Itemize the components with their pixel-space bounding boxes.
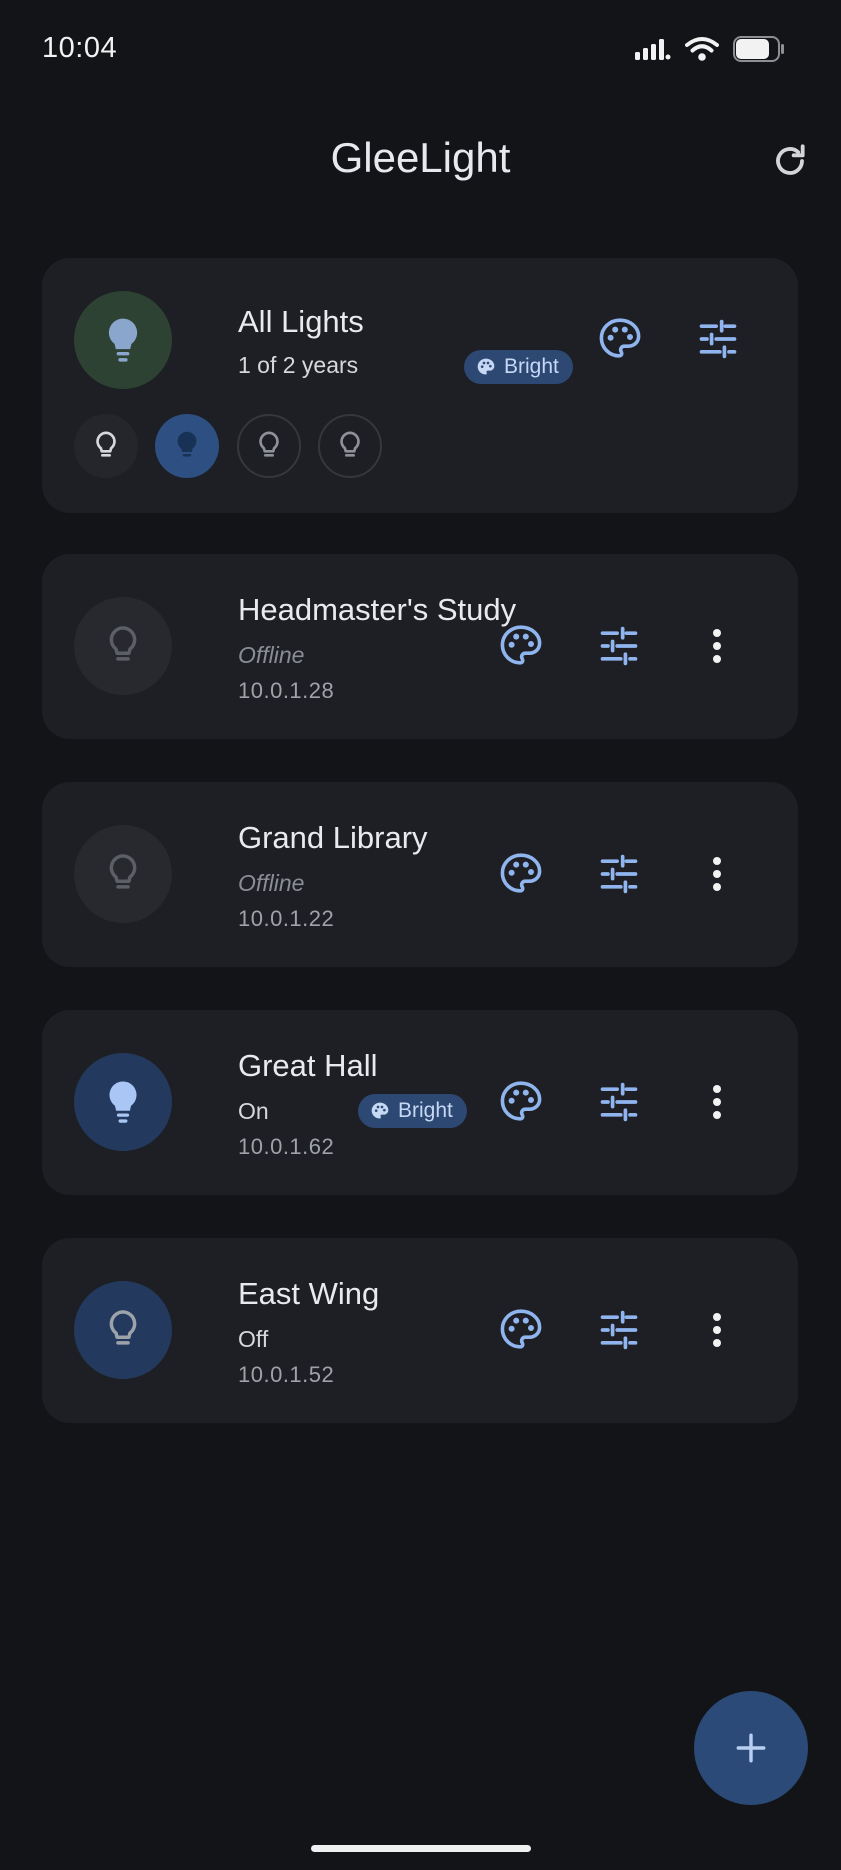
device-more-button[interactable] xyxy=(689,846,745,902)
status-bar: 10:04 xyxy=(0,0,841,100)
bulb-outline-icon xyxy=(109,626,137,661)
device-color-button[interactable] xyxy=(493,618,549,674)
device-ip: 10.0.1.62 xyxy=(238,1134,335,1159)
more-vert-icon xyxy=(713,629,721,663)
sliders-icon xyxy=(600,854,638,894)
device-scene-chip[interactable]: Bright xyxy=(358,1094,467,1128)
bulb-outline-icon xyxy=(109,1310,137,1345)
device-bulb-avatar[interactable] xyxy=(74,1281,172,1379)
device-color-button[interactable] xyxy=(493,846,549,902)
palette-icon xyxy=(500,1081,542,1121)
signal-icon xyxy=(635,39,671,60)
device-name: Great Hall xyxy=(238,1048,378,1083)
refresh-button[interactable] xyxy=(767,138,813,184)
bulb-outline-icon xyxy=(259,431,279,457)
palette-icon xyxy=(500,625,542,665)
bulb-icon xyxy=(177,431,197,457)
device-status: Offline xyxy=(238,870,305,896)
palette-icon xyxy=(599,318,641,358)
add-icon xyxy=(736,1733,766,1763)
device-more-button[interactable] xyxy=(689,1074,745,1130)
sliders-icon xyxy=(600,1310,638,1350)
device-status: Offline xyxy=(238,642,305,668)
group-adjust-button[interactable] xyxy=(690,311,746,367)
device-bulb-avatar[interactable] xyxy=(74,597,172,695)
group-member-bulb[interactable] xyxy=(237,414,301,478)
device-ip: 10.0.1.28 xyxy=(238,678,335,703)
device-name: Headmaster's Study xyxy=(238,592,517,627)
home-indicator[interactable] xyxy=(311,1845,531,1852)
group-card-all-lights[interactable]: All Lights 1 of 2 years Bright xyxy=(42,258,798,513)
more-vert-icon xyxy=(713,1313,721,1347)
group-name: All Lights xyxy=(238,304,364,339)
status-time: 10:04 xyxy=(42,32,118,64)
device-bulb-avatar[interactable] xyxy=(74,1053,172,1151)
device-card[interactable]: East Wing Off 10.0.1.52 xyxy=(42,1238,798,1423)
device-color-button[interactable] xyxy=(493,1074,549,1130)
battery-icon xyxy=(733,36,784,62)
device-bulb-avatar[interactable] xyxy=(74,825,172,923)
group-subtitle: 1 of 2 years xyxy=(238,352,359,378)
app-bar: GleeLight xyxy=(0,120,841,200)
device-name: Grand Library xyxy=(238,820,428,855)
group-member-bulb[interactable] xyxy=(155,414,219,478)
device-adjust-button[interactable] xyxy=(591,1302,647,1358)
device-color-button[interactable] xyxy=(493,1302,549,1358)
palette-icon xyxy=(477,358,495,375)
palette-icon xyxy=(500,1309,542,1349)
bulb-icon xyxy=(109,1081,137,1123)
app-title: GleeLight xyxy=(330,134,511,181)
device-status: Off xyxy=(238,1326,269,1352)
bulb-outline-icon xyxy=(96,431,116,457)
device-ip: 10.0.1.22 xyxy=(238,906,335,931)
palette-icon xyxy=(371,1102,389,1119)
bulb-outline-icon xyxy=(109,854,137,889)
device-ip: 10.0.1.52 xyxy=(238,1362,335,1387)
device-card[interactable]: Grand Library Offline 10.0.1.22 xyxy=(42,782,798,967)
add-device-button[interactable] xyxy=(694,1691,808,1805)
device-more-button[interactable] xyxy=(689,1302,745,1358)
bulb-outline-icon xyxy=(340,431,360,457)
group-member-bulb[interactable] xyxy=(74,414,138,478)
palette-icon xyxy=(500,853,542,893)
scene-chip-label: Bright xyxy=(398,1099,453,1122)
group-bulb-avatar[interactable] xyxy=(74,291,172,389)
wifi-icon xyxy=(685,37,719,61)
group-color-button[interactable] xyxy=(592,311,648,367)
sliders-icon xyxy=(699,319,737,359)
more-vert-icon xyxy=(713,857,721,891)
sliders-icon xyxy=(600,626,638,666)
scene-chip-label: Bright xyxy=(504,355,559,378)
device-more-button[interactable] xyxy=(689,618,745,674)
device-adjust-button[interactable] xyxy=(591,846,647,902)
group-member-bulb[interactable] xyxy=(318,414,382,478)
more-vert-icon xyxy=(713,1085,721,1119)
sliders-icon xyxy=(600,1082,638,1122)
bulb-icon xyxy=(108,318,138,362)
group-scene-chip[interactable]: Bright xyxy=(464,350,573,384)
status-icons xyxy=(635,36,785,62)
device-card[interactable]: Great Hall On 10.0.1.62 Bright xyxy=(42,1010,798,1195)
device-adjust-button[interactable] xyxy=(591,618,647,674)
device-adjust-button[interactable] xyxy=(591,1074,647,1130)
device-card[interactable]: Headmaster's Study Offline 10.0.1.28 xyxy=(42,554,798,739)
refresh-icon xyxy=(776,144,805,175)
device-name: East Wing xyxy=(238,1276,380,1311)
device-status: On xyxy=(238,1098,269,1124)
